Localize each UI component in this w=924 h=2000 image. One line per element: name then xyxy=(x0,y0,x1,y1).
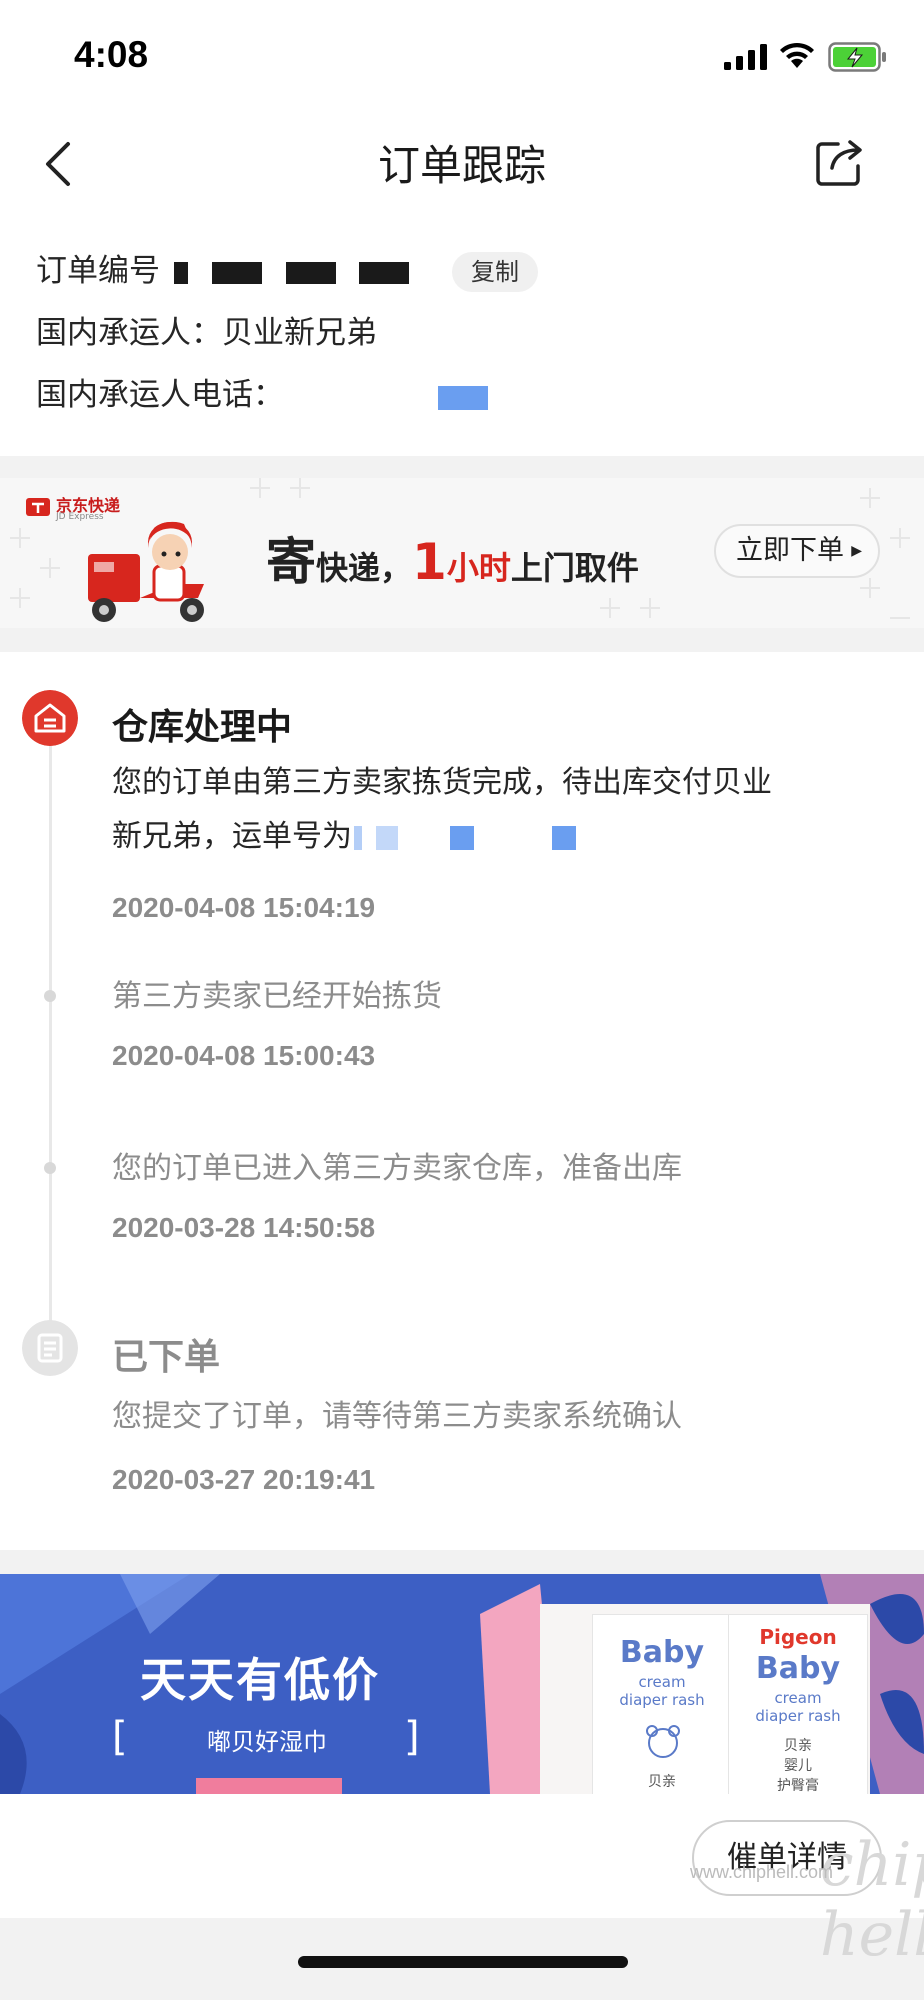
home-indicator[interactable] xyxy=(298,1956,628,1968)
warehouse-icon xyxy=(22,690,78,746)
waybill-redaction xyxy=(376,825,398,850)
battery-charging-icon xyxy=(828,42,886,72)
timeline-line xyxy=(49,734,52,1334)
order-info: 订单编号 复制 国内承运人：贝业新兄弟 国内承运人电话： xyxy=(36,240,896,426)
product-desc: cream xyxy=(638,1673,686,1691)
event-text: 第三方卖家已经开始拣货 xyxy=(112,979,442,1014)
product-desc: cream xyxy=(774,1689,822,1707)
carrier-phone-row: 国内承运人电话： xyxy=(36,364,896,426)
product-tube: Pigeon Baby cream diaper rash 贝亲 婴儿 护臀膏 xyxy=(728,1614,868,1794)
product-desc: diaper rash xyxy=(755,1707,841,1725)
copy-button[interactable]: 复制 xyxy=(452,252,538,292)
promo-cta-strip xyxy=(196,1778,342,1794)
page-title: 订单跟踪 xyxy=(377,141,546,190)
product-cn: 护臀膏 xyxy=(777,1778,819,1794)
event-time: 2020-04-08 15:00:43 xyxy=(112,1040,376,1071)
slogan-hour: 小时 xyxy=(446,549,511,587)
slogan-one: 1 xyxy=(412,533,447,591)
bracket-right: ] xyxy=(404,1714,420,1760)
home-indicator-area xyxy=(0,1918,924,2000)
carrier-phone-label: 国内承运人电话： xyxy=(36,377,284,413)
event-text-line: 您的订单由第三方卖家拣货完成，待出库交付贝业 xyxy=(112,765,772,800)
product-desc: diaper rash xyxy=(619,1691,705,1709)
order-placed-icon xyxy=(22,1320,78,1376)
promo-subtitle: 嘟贝好湿巾 xyxy=(207,1728,327,1756)
order-number-redaction xyxy=(211,261,262,284)
product-brand: Pigeon xyxy=(759,1625,837,1649)
bottom-action-bar: 催单详情 xyxy=(0,1794,924,1918)
product-name: Baby xyxy=(619,1635,705,1670)
timeline-dot xyxy=(44,1162,56,1174)
event-time: 2020-04-08 15:04:19 xyxy=(112,892,376,923)
section-divider xyxy=(0,628,924,652)
order-number-row: 订单编号 复制 xyxy=(36,240,896,302)
section-divider xyxy=(0,456,924,478)
event-text: 您的订单已进入第三方卖家仓库，准备出库 xyxy=(112,1151,682,1186)
order-number-redaction xyxy=(173,261,188,284)
jd-express-banner[interactable]: 京东快递 JD Express 寄快递，1小时上门取件 立即下单 ▶ xyxy=(0,478,924,628)
order-number-label: 订单编号 xyxy=(36,253,160,289)
slogan-express: 快递， xyxy=(316,549,413,587)
watermark-logo: chip hell xyxy=(820,1830,924,1970)
event-text-processing: 您的订单由第三方卖家拣货完成，待出库交付贝业 新兄弟，运单号为 xyxy=(112,756,892,864)
event-time: 2020-03-27 20:19:41 xyxy=(112,1464,376,1495)
caret-right-icon: ▶ xyxy=(851,543,862,559)
waybill-redaction xyxy=(354,825,362,850)
share-icon[interactable] xyxy=(812,134,868,190)
carrier-phone-link[interactable] xyxy=(438,386,488,410)
signal-icon xyxy=(724,44,767,70)
event-text-waybill-label: 新兄弟，运单号为 xyxy=(112,819,352,854)
slogan-pickup: 上门取件 xyxy=(510,549,639,587)
slogan-send: 寄 xyxy=(266,533,316,591)
product-cn: 贝亲 xyxy=(648,1774,676,1790)
status-time: 4:08 xyxy=(74,34,149,75)
nav-bar: 订单跟踪 xyxy=(0,112,924,216)
order-now-button[interactable]: 立即下单 ▶ xyxy=(714,524,880,578)
event-time: 2020-03-28 14:50:58 xyxy=(112,1212,376,1243)
promo-title: 天天有低价 xyxy=(140,1653,380,1707)
courier-scooter-icon xyxy=(88,521,204,622)
product-cn: 婴儿 xyxy=(784,1758,812,1774)
waybill-redaction xyxy=(552,825,576,850)
event-text-line: 新兄弟，运单号为 xyxy=(112,810,892,864)
waybill-redaction xyxy=(450,825,474,850)
order-number-redaction xyxy=(359,261,410,284)
wifi-icon xyxy=(780,42,814,68)
timeline-dot xyxy=(44,990,56,1002)
product-name: Baby xyxy=(755,1651,841,1686)
bear-icon xyxy=(646,1725,680,1758)
jd-banner-slogan: 寄快递，1小时上门取件 xyxy=(266,522,639,594)
product-tube: Baby cream diaper rash 贝亲 xyxy=(592,1614,732,1794)
product-cn: 贝亲 xyxy=(784,1738,812,1754)
promo-banner[interactable]: 天天有低价 [ 嘟贝好湿巾 ] Baby cream diaper rash 贝… xyxy=(0,1574,924,1794)
order-number-redaction xyxy=(285,261,336,284)
watermark-site: www.chiphell.com xyxy=(690,1862,834,1882)
status-bar: 4:08 xyxy=(0,0,924,112)
event-heading-processing: 仓库处理中 xyxy=(112,707,293,748)
event-text: 您提交了订单，请等待第三方卖家系统确认 xyxy=(112,1399,682,1434)
tracking-timeline: 仓库处理中 您的订单由第三方卖家拣货完成，待出库交付贝业 新兄弟，运单号为 20… xyxy=(0,660,924,1560)
product-image: Baby cream diaper rash 贝亲 Pigeon Baby cr… xyxy=(540,1604,870,1794)
order-now-label: 立即下单 xyxy=(736,535,844,566)
carrier-row: 国内承运人：贝业新兄弟 xyxy=(36,315,377,351)
section-divider xyxy=(0,1550,924,1574)
event-heading-ordered: 已下单 xyxy=(112,1337,221,1378)
